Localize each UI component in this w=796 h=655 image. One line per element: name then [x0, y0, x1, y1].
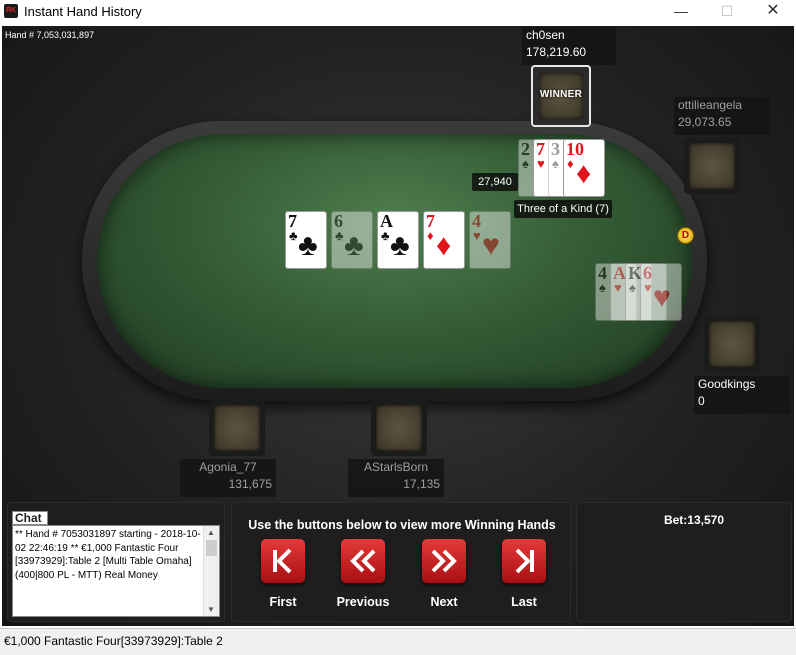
winner-bet-amount: 27,940	[472, 173, 518, 191]
card-suit-icon: ♥	[537, 156, 545, 171]
winner-badge: WINNER	[539, 89, 583, 100]
app-logo-icon: RK	[4, 4, 18, 18]
card-pip-icon: ♣	[298, 229, 318, 262]
player-nameplate-agonia: Agonia_77 131,675	[180, 459, 276, 497]
scroll-down-icon[interactable]: ▼	[207, 605, 215, 614]
player-stack: 0	[698, 394, 705, 408]
avatar	[709, 321, 755, 367]
player-name: AStarlsBorn	[363, 460, 429, 474]
player-name: ch0sen	[526, 28, 565, 42]
player-nameplate-goodkings: Goodkings 0	[694, 376, 790, 414]
card-suit-icon: ♠	[599, 280, 606, 295]
player-stack: 17,135	[403, 477, 440, 491]
winning-hand-label: Three of a Kind (7)	[514, 200, 612, 218]
bet-amount: Bet:13,570	[663, 513, 725, 527]
skip-to-last-icon	[515, 548, 534, 574]
previous-label: Previous	[336, 595, 390, 609]
player-stack: 29,073.65	[678, 115, 732, 129]
chat-tab[interactable]: Chat	[12, 511, 48, 525]
avatar	[214, 405, 260, 451]
chat-scrollbar[interactable]: ▲ ▼	[203, 526, 219, 616]
chat-log[interactable]: ** Hand # 7053031897 starting - 2018-10-…	[12, 525, 220, 617]
maximize-button[interactable]: ☐	[704, 0, 750, 24]
player-nameplate-ch0sen: ch0sen 178,219.60	[522, 27, 616, 65]
card-suit-icon: ♦	[427, 228, 434, 243]
player-stack: 178,219.60	[526, 45, 587, 59]
card-suit-icon: ♥	[614, 280, 622, 295]
player-name: Goodkings	[698, 377, 756, 391]
last-hand-button[interactable]	[502, 539, 546, 583]
goodkings-card: 6 ♥ ♥	[640, 263, 682, 321]
board-card: 7 ♣ ♣	[285, 211, 327, 269]
hand-history-window: RK Instant Hand History — ☐ ✕ Hand # 7,0…	[0, 0, 796, 655]
card-suit-icon: ♦	[567, 156, 574, 171]
minimize-button[interactable]: —	[658, 0, 704, 24]
player-name: Agonia_77	[199, 460, 257, 474]
bet-panel: Bet:13,570	[576, 502, 792, 622]
previous-hand-button[interactable]	[341, 539, 385, 583]
winner-card: 10 ♦ ♦	[563, 139, 605, 197]
player-seat-ottilieangela[interactable]	[684, 138, 740, 194]
last-label: Last	[511, 595, 537, 609]
avatar	[689, 143, 735, 189]
card-suit-icon: ♥	[473, 228, 481, 243]
card-suit-icon: ♣	[335, 228, 344, 243]
navigation-instructions: Use the buttons below to view more Winni…	[248, 518, 556, 532]
rewind-icon	[350, 549, 376, 573]
board-card: 6 ♣ ♣	[331, 211, 373, 269]
fast-forward-icon	[431, 549, 457, 573]
card-suit-icon: ♣	[381, 228, 390, 243]
status-bar: €1,000 Fantastic Four[33973929]:Table 2	[0, 628, 796, 655]
player-nameplate-astarlsborn: AStarlsBorn 17,135	[348, 459, 444, 497]
next-label: Next	[430, 595, 458, 609]
chat-panel: Chat ** Hand # 7053031897 starting - 201…	[7, 502, 225, 622]
card-suit-icon: ♣	[289, 228, 298, 243]
first-hand-button[interactable]	[261, 539, 305, 583]
skip-to-first-icon	[273, 548, 292, 574]
board-card: 4 ♥ ♥	[469, 211, 511, 269]
first-label: First	[269, 595, 297, 609]
table-name: €1,000 Fantastic Four[33973929]:Table 2	[4, 634, 223, 648]
close-button[interactable]: ✕	[750, 0, 796, 24]
board-card: A ♣ ♣	[377, 211, 419, 269]
card-pip-icon: ♥	[482, 229, 500, 262]
player-stack: 131,675	[228, 477, 272, 491]
dealer-button-icon: D	[677, 227, 694, 244]
player-seat-ch0sen[interactable]: WINNER	[531, 65, 591, 127]
next-hand-button[interactable]	[422, 539, 466, 583]
title-bar: RK Instant Hand History — ☐ ✕	[0, 0, 796, 24]
board-card: 7 ♦ ♦	[423, 211, 465, 269]
player-seat-goodkings[interactable]	[704, 316, 760, 372]
card-pip-icon: ♦	[576, 157, 592, 190]
scroll-thumb[interactable]	[206, 540, 217, 556]
chat-text: ** Hand # 7053031897 starting - 2018-10-…	[15, 529, 201, 581]
poker-table-area: Hand # 7,053,031,897 ch0sen 178,219.60 o…	[2, 26, 794, 626]
player-seat-agonia[interactable]	[209, 400, 265, 456]
card-suit-icon: ♠	[629, 280, 636, 295]
card-suit-icon: ♠	[552, 156, 559, 171]
card-pip-icon: ♥	[653, 281, 671, 314]
scroll-up-icon[interactable]: ▲	[207, 528, 215, 537]
card-pip-icon: ♣	[390, 229, 410, 262]
card-pip-icon: ♦	[436, 229, 452, 262]
winning-hands-navigation: Use the buttons below to view more Winni…	[231, 502, 571, 622]
player-seat-astarlsborn[interactable]	[371, 400, 427, 456]
hand-number: Hand # 7,053,031,897	[5, 30, 95, 40]
window-title: Instant Hand History	[24, 4, 142, 19]
avatar	[376, 405, 422, 451]
player-nameplate-ottilieangela: ottilieangela 29,073.65	[674, 97, 770, 135]
card-suit-icon: ♥	[644, 280, 652, 295]
card-suit-icon: ♠	[522, 156, 529, 171]
player-name: ottilieangela	[678, 98, 743, 112]
card-pip-icon: ♣	[344, 229, 364, 262]
